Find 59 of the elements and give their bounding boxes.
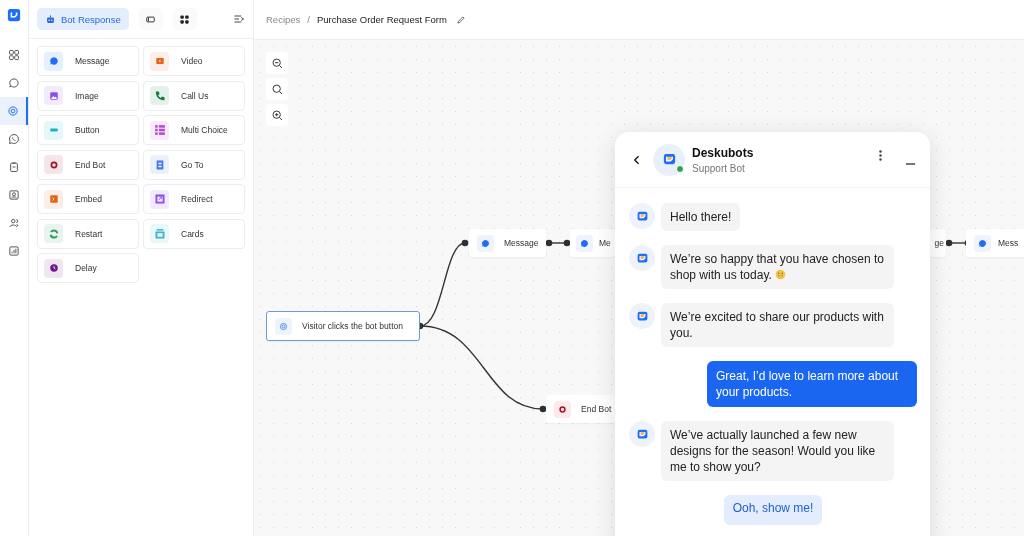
breadcrumb-separator: / <box>307 14 310 25</box>
bot-logo-icon <box>661 152 677 167</box>
block-item[interactable]: Embed <box>37 184 139 214</box>
message-icon <box>480 237 491 249</box>
block-item[interactable]: Delay <box>37 253 139 283</box>
block-item[interactable]: Message <box>37 46 139 76</box>
block-item[interactable]: Button <box>37 115 139 145</box>
quick-reply-button[interactable]: Ooh, show me! <box>723 495 823 525</box>
connector-line <box>545 239 571 247</box>
more-icon[interactable] <box>878 149 883 162</box>
block-item[interactable]: Video <box>143 46 245 76</box>
block-item[interactable]: Cards <box>143 218 245 249</box>
zoom-out-icon <box>270 56 284 70</box>
grid-tab[interactable] <box>172 8 197 30</box>
pencil-icon[interactable] <box>455 14 466 25</box>
bot-logo-icon <box>635 209 649 223</box>
bot-message: We’ve actually launched a few new designs for the season! Would you like me to show you? <box>661 421 894 481</box>
message-icon <box>579 237 590 249</box>
flow-node[interactable]: End Bot <box>546 395 616 423</box>
page-title: Purchase Order Request Form <box>316 14 447 25</box>
flow-node[interactable]: Me <box>570 229 615 257</box>
zoom-in-button[interactable] <box>266 104 288 126</box>
user-message: Great, I’d love to learn more about your products. <box>707 361 917 407</box>
layout-tab[interactable] <box>138 8 163 30</box>
chat-subtitle: Support Bot <box>692 162 746 174</box>
bot-logo-icon <box>635 251 649 265</box>
target-icon <box>278 320 289 332</box>
zoom-out-button[interactable] <box>266 52 288 74</box>
bot-logo-icon <box>635 309 649 323</box>
chat-title: Deskubots <box>692 145 754 160</box>
zoom-in-icon <box>270 108 284 122</box>
minimize-icon[interactable] <box>905 161 916 166</box>
breadcrumb-link[interactable]: Recipes <box>266 14 301 25</box>
flow-node[interactable]: ge <box>930 229 946 257</box>
layout-icon <box>145 13 157 25</box>
block-item[interactable]: Redirect <box>143 184 245 214</box>
block-item[interactable]: Call Us <box>143 80 245 111</box>
message-icon <box>977 237 988 249</box>
stop-icon <box>557 403 568 415</box>
bot-message: Hello there! <box>661 203 741 231</box>
flow-node[interactable]: Message <box>469 229 546 257</box>
block-item[interactable]: Restart <box>37 218 139 249</box>
search-icon <box>270 82 284 96</box>
grid-icon <box>179 13 191 25</box>
bot-logo-icon <box>635 427 649 441</box>
flow-node[interactable]: Mess <box>966 229 1024 257</box>
bot-message: We’re excited to share our products with you. <box>661 303 894 347</box>
logo-icon <box>7 8 21 22</box>
block-item[interactable]: Image <box>37 80 139 111</box>
block-item[interactable]: Multi Choice <box>143 115 245 145</box>
rail-bot-icon[interactable] <box>0 97 28 125</box>
flow-node[interactable]: Visitor clicks the bot button <box>266 311 420 341</box>
bot-response-tab[interactable]: Bot Response <box>37 8 129 30</box>
bot-message: We’re so happy that you have chosen to shop with us today. <box>661 245 894 289</box>
block-item[interactable]: End Bot <box>37 149 139 180</box>
bot-icon <box>45 13 56 25</box>
collapse-icon[interactable] <box>233 13 245 25</box>
block-item[interactable]: Go To <box>143 149 245 180</box>
zoom-fit-button[interactable] <box>266 78 288 100</box>
